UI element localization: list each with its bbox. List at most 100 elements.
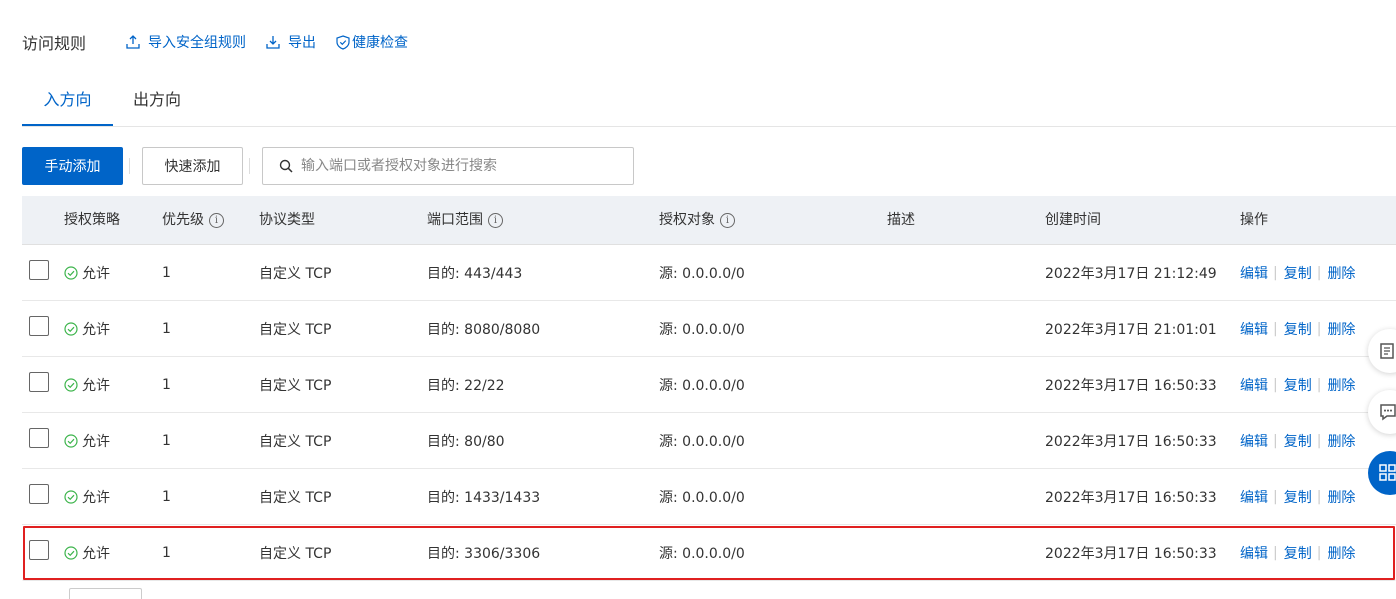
created-time-value: 2022年3月17日 16:50:33 xyxy=(1045,545,1217,562)
protocol-value: 自定义 TCP xyxy=(259,265,332,282)
priority-value: 1 xyxy=(162,320,171,337)
info-icon[interactable]: i xyxy=(720,212,735,228)
divider: | xyxy=(1316,320,1322,337)
policy-value: 允许 xyxy=(82,321,110,338)
policy-cell: 允许 xyxy=(64,525,110,580)
rules-table: 授权策略 优先级 i 协议类型 端口范围 i 授权对象 i 描述 创建时间 操作 允许… xyxy=(22,196,1396,581)
policy-cell: 允许 xyxy=(64,469,110,524)
edit-link[interactable]: 编辑 xyxy=(1240,431,1268,451)
row-checkbox[interactable] xyxy=(29,260,49,280)
copy-link[interactable]: 复制 xyxy=(1284,263,1312,283)
divider: | xyxy=(1273,488,1278,505)
delete-link[interactable]: 删除 xyxy=(1327,487,1355,507)
page-header: 访问规则 导入安全组规则 导出 健康检查 xyxy=(22,30,428,54)
table-row: 允许 1 自定义 TCP 目的: 3306/3306 源: 0.0.0.0/0 … xyxy=(22,525,1396,581)
column-label: 描述 xyxy=(887,212,915,228)
copy-link[interactable]: 复制 xyxy=(1284,431,1312,451)
divider: | xyxy=(1273,432,1278,449)
table-row: 允许 1 自定义 TCP 目的: 443/443 源: 0.0.0.0/0 20… xyxy=(22,245,1396,301)
target-value: 源: 0.0.0.0/0 xyxy=(659,321,745,338)
table-row: 允许 1 自定义 TCP 目的: 22/22 源: 0.0.0.0/0 2022… xyxy=(22,357,1396,413)
policy-value: 允许 xyxy=(82,545,110,562)
copy-link[interactable]: 复制 xyxy=(1284,319,1312,339)
protocol-value: 自定义 TCP xyxy=(259,433,332,450)
table-header: 授权策略 优先级 i 协议类型 端口范围 i 授权对象 i 描述 创建时间 操作 xyxy=(22,196,1396,245)
edit-link[interactable]: 编辑 xyxy=(1240,543,1268,563)
import-rules-label: 导入安全组规则 xyxy=(148,35,247,51)
import-rules-link[interactable]: 导入安全组规则 xyxy=(126,32,246,52)
divider: | xyxy=(1316,544,1322,561)
row-checkbox[interactable] xyxy=(29,316,49,336)
table-row: 允许 1 自定义 TCP 目的: 1433/1433 源: 0.0.0.0/0 … xyxy=(22,469,1396,525)
manual-add-button[interactable]: 手动添加 xyxy=(22,147,123,185)
protocol-value: 自定义 TCP xyxy=(259,321,332,338)
created-time-value: 2022年3月17日 21:01:01 xyxy=(1045,321,1217,338)
delete-link[interactable]: 删除 xyxy=(1327,263,1355,283)
divider: | xyxy=(1316,264,1322,281)
document-icon xyxy=(1380,343,1394,359)
column-label: 优先级 xyxy=(162,212,204,228)
download-icon xyxy=(266,36,280,49)
delete-link[interactable]: 删除 xyxy=(1327,319,1355,339)
tab-inbound[interactable]: 入方向 xyxy=(22,84,113,126)
quick-add-button[interactable]: 快速添加 xyxy=(142,147,243,185)
port-range-value: 目的: 443/443 xyxy=(427,265,523,282)
check-circle-icon xyxy=(64,489,78,504)
divider: | xyxy=(1316,432,1322,449)
row-checkbox[interactable] xyxy=(29,484,49,504)
delete-link[interactable]: 删除 xyxy=(1327,375,1355,395)
table-row: 允许 1 自定义 TCP 目的: 8080/8080 源: 0.0.0.0/0 … xyxy=(22,301,1396,357)
feedback-icon xyxy=(1380,404,1396,421)
edit-link[interactable]: 编辑 xyxy=(1240,375,1268,395)
copy-link[interactable]: 复制 xyxy=(1284,375,1312,395)
copy-link[interactable]: 复制 xyxy=(1284,543,1312,563)
row-checkbox[interactable] xyxy=(29,540,49,560)
created-time-value: 2022年3月17日 21:12:49 xyxy=(1045,265,1217,282)
row-checkbox[interactable] xyxy=(29,372,49,392)
export-link[interactable]: 导出 xyxy=(266,32,316,52)
divider: | xyxy=(1273,320,1278,337)
port-range-value: 目的: 1433/1433 xyxy=(427,489,541,506)
priority-value: 1 xyxy=(162,544,171,561)
check-circle-icon xyxy=(64,321,78,336)
delete-link[interactable]: 删除 xyxy=(1327,431,1355,451)
search-icon xyxy=(279,159,293,173)
delete-link[interactable]: 删除 xyxy=(1327,543,1355,563)
port-range-value: 目的: 3306/3306 xyxy=(427,545,541,562)
copy-link[interactable]: 复制 xyxy=(1284,487,1312,507)
column-header-port: 端口范围 i xyxy=(427,196,503,244)
check-circle-icon xyxy=(64,265,78,280)
page-title: 访问规则 xyxy=(22,34,87,53)
edit-link[interactable]: 编辑 xyxy=(1240,263,1268,283)
edit-link[interactable]: 编辑 xyxy=(1240,487,1268,507)
edit-link[interactable]: 编辑 xyxy=(1240,319,1268,339)
table-body: 允许 1 自定义 TCP 目的: 443/443 源: 0.0.0.0/0 20… xyxy=(22,245,1396,581)
search-box[interactable] xyxy=(262,147,634,185)
column-header-priority: 优先级 i xyxy=(162,196,224,244)
health-check-label: 健康检查 xyxy=(352,35,409,51)
column-header-target: 授权对象 i xyxy=(659,196,735,244)
row-actions: 编辑 | 复制 | 删除 xyxy=(1240,245,1355,300)
divider: | xyxy=(1316,488,1322,505)
row-actions: 编辑 | 复制 | 删除 xyxy=(1240,469,1355,524)
search-input[interactable] xyxy=(299,157,623,175)
column-label: 协议类型 xyxy=(259,212,315,228)
row-checkbox[interactable] xyxy=(29,428,49,448)
row-actions: 编辑 | 复制 | 删除 xyxy=(1240,525,1355,580)
priority-value: 1 xyxy=(162,376,171,393)
policy-value: 允许 xyxy=(82,377,110,394)
health-check-link[interactable]: 健康检查 xyxy=(336,32,408,52)
divider: | xyxy=(1273,264,1278,281)
column-header-desc: 描述 xyxy=(887,196,915,244)
check-circle-icon xyxy=(64,545,78,560)
upload-icon xyxy=(126,35,140,49)
column-label: 端口范围 xyxy=(427,212,483,228)
info-icon[interactable]: i xyxy=(209,212,224,228)
priority-value: 1 xyxy=(162,432,171,449)
export-label: 导出 xyxy=(288,35,317,51)
tab-outbound[interactable]: 出方向 xyxy=(133,84,181,126)
info-icon[interactable]: i xyxy=(488,212,503,228)
policy-cell: 允许 xyxy=(64,413,110,468)
created-time-value: 2022年3月17日 16:50:33 xyxy=(1045,377,1217,394)
column-header-created: 创建时间 xyxy=(1045,196,1101,244)
